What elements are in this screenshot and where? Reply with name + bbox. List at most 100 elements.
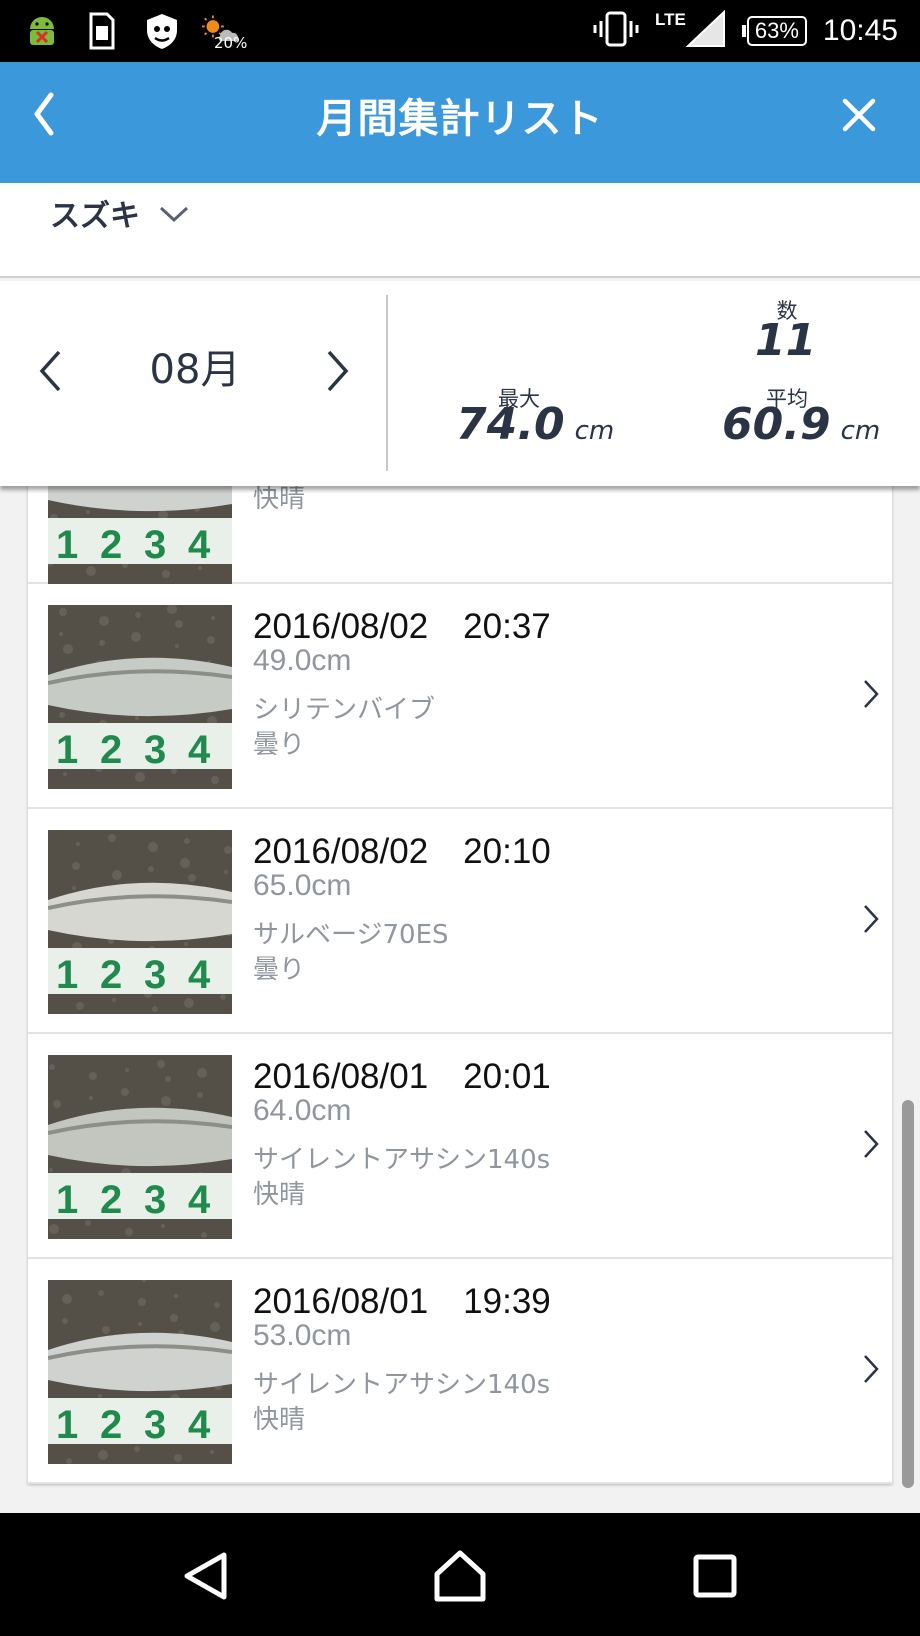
catch-lure: サイレントアサシン140s [253,1370,551,1400]
signal-icon [684,9,726,52]
catch-datetime: 2016/08/02 20:37 [253,607,551,646]
svg-text:3: 3 [144,1178,166,1222]
chevron-right-icon [327,350,349,392]
chevron-right-icon [856,1349,886,1389]
svg-text:3: 3 [144,728,166,772]
close-button[interactable] [834,90,884,140]
max-value: 74.0 cm [456,399,614,450]
battery-icon: 63% [741,16,807,46]
vibrate-icon [593,10,639,52]
catch-lure: サルベージ70ES [253,920,449,950]
fish-photo: 1234 [48,605,232,789]
catch-weather: 曇り [253,730,306,760]
screen: 20% LTE 63% 10:45 月間集計リスト スズキ 08月 数 11 最… [0,0,920,1636]
nav-home-button[interactable] [425,1541,495,1611]
avg-value: 60.9 cm [722,399,880,450]
fish-photo: 1234 [48,1280,232,1464]
android-debug-icon [22,11,62,51]
battery-tip [741,25,746,37]
svg-text:3: 3 [144,953,166,997]
svg-text:1: 1 [56,523,78,567]
square-recents-icon [693,1554,737,1598]
svg-text:2: 2 [100,523,122,567]
scrollbar[interactable] [902,1100,914,1488]
network-type: LTE [655,10,686,29]
svg-text:4: 4 [188,728,211,772]
catch-list-item[interactable]: 1 2 3 4 2016/08/01 20:01 64.0cm サイレントアサシン140s 快… [28,1034,892,1259]
catch-size: 53.0cm [253,1319,352,1352]
svg-text:1: 1 [56,1403,78,1447]
catch-datetime: 2016/08/01 20:01 [253,1057,551,1096]
navigation-bar [0,1513,920,1636]
catch-thumbnail: 1234 [48,470,232,584]
sim-card-icon [82,11,122,51]
avg-number: 60.9 [722,399,831,450]
app-bar: 月間集計リスト [0,62,920,183]
chevron-left-icon [39,350,61,392]
catch-weather: 曇り [253,955,306,985]
nav-recents-button[interactable] [680,1541,750,1611]
fish-photo: 1234 [48,830,232,1014]
svg-text:4: 4 [188,523,211,567]
catch-lure: シリテンバイブ [253,695,436,725]
status-bar: 20% LTE 63% 10:45 [0,0,920,62]
nav-back-button[interactable] [170,1541,240,1611]
catch-list: 1 2 3 4 快晴 1 2 3 4 2016/08/02 20:37 49.0cm シリテンバイブ曇… [28,470,892,1484]
svg-text:2: 2 [100,728,122,772]
system-status: LTE 63% 10:45 [593,0,898,62]
next-month-button[interactable] [318,341,358,401]
prev-month-button[interactable] [30,341,70,401]
catch-datetime: 2016/08/01 19:39 [253,1282,551,1321]
svg-text:4: 4 [188,1178,211,1222]
clock: 10:45 [822,14,898,47]
catch-list-viewport[interactable]: 1 2 3 4 快晴 1 2 3 4 2016/08/02 20:37 49.0cm シリテンバイブ曇… [0,470,920,1515]
catch-weather: 快晴 [253,1405,306,1435]
divider [386,295,388,471]
fish-photo: 1234 [48,470,232,584]
catch-thumbnail: 1234 [48,605,232,789]
weather-percent: 20% [214,34,248,52]
svg-text:4: 4 [188,953,211,997]
catch-weather: 快晴 [253,1180,306,1210]
svg-text:1: 1 [56,953,78,997]
count-value: 11 [755,315,817,366]
chevron-right-icon [856,674,886,714]
home-icon [434,1550,486,1602]
svg-text:2: 2 [100,1178,122,1222]
catch-lure: サイレントアサシン140s [253,1145,551,1175]
close-icon [842,98,876,132]
catch-size: 64.0cm [253,1094,352,1127]
max-unit: cm [574,416,615,446]
chevron-right-icon [856,899,886,939]
page-title: 月間集計リスト [316,96,604,142]
species-name: スズキ [50,199,140,234]
fish-photo: 1234 [48,1055,232,1239]
catch-thumbnail: 1234 [48,1280,232,1464]
shield-app-icon [142,11,182,51]
catch-size: 49.0cm [253,644,352,677]
catch-list-item[interactable]: 1 2 3 4 2016/08/02 20:10 65.0cm サルベージ70ES 曇り [28,809,892,1034]
chevron-down-icon [158,205,190,227]
catch-list-item[interactable]: 1 2 3 4 2016/08/02 20:37 49.0cm シリテンバイブ 曇り [28,584,892,809]
catch-list-item[interactable]: 1 2 3 4 快晴 [28,470,892,584]
chevron-right-icon [856,1124,886,1164]
svg-text:2: 2 [100,1403,122,1447]
month-label: 08月 [149,347,241,393]
catch-thumbnail: 1234 [48,830,232,1014]
svg-text:3: 3 [144,1403,166,1447]
species-selector[interactable]: スズキ [0,183,920,278]
monthly-summary: 08月 数 11 最大 74.0 cm 平均 60.9 cm [0,281,920,486]
catch-size: 65.0cm [253,869,352,902]
catch-thumbnail: 1234 [48,1055,232,1239]
notification-icons [22,8,242,54]
battery-level: 63% [746,16,807,46]
avg-unit: cm [840,416,881,446]
svg-text:1: 1 [56,1178,78,1222]
catch-list-item[interactable]: 1 2 3 4 2016/08/01 19:39 53.0cm サイレントアサシン140s 快… [28,1259,892,1484]
svg-text:4: 4 [188,1403,211,1447]
catch-datetime: 2016/08/02 20:10 [253,832,551,871]
max-number: 74.0 [456,399,565,450]
svg-text:3: 3 [144,523,166,567]
svg-text:2: 2 [100,953,122,997]
svg-text:1: 1 [56,728,78,772]
